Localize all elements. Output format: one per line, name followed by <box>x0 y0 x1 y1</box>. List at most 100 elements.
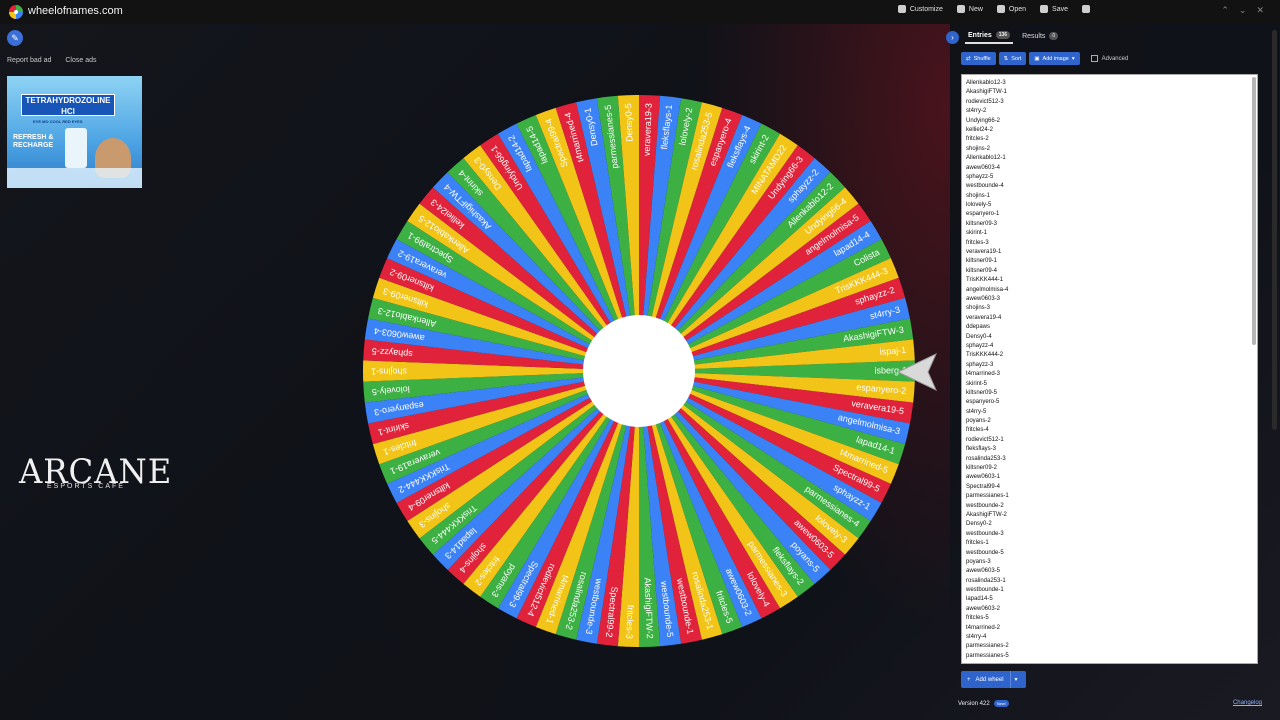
entry-line[interactable]: rosalinda253-3 <box>966 455 1257 464</box>
save-button[interactable]: Save <box>1040 5 1068 13</box>
entry-line[interactable]: lolovely-5 <box>966 201 1257 210</box>
entry-line[interactable]: westbounde-5 <box>966 549 1257 558</box>
entry-line[interactable]: awew0603-1 <box>966 473 1257 482</box>
entry-line[interactable]: parmessianes-2 <box>966 642 1257 651</box>
tab-results[interactable]: Results 0 <box>1019 31 1061 43</box>
add-image-button[interactable]: ▣ Add image ▾ <box>1029 52 1080 65</box>
entry-line[interactable]: TrisKKK444-1 <box>966 276 1257 285</box>
entry-line[interactable]: Allenkablo12-3 <box>966 79 1257 88</box>
entry-line[interactable]: awew0603-3 <box>966 295 1257 304</box>
entry-line[interactable]: lapad14-5 <box>966 595 1257 604</box>
new-button[interactable]: New <box>956 5 983 13</box>
entry-line[interactable]: fritcles-4 <box>966 426 1257 435</box>
changelog-link[interactable]: Changelog <box>1233 700 1262 706</box>
entry-line[interactable]: st4rry-2 <box>966 107 1257 116</box>
entry-line[interactable]: t4marrined-2 <box>966 624 1257 633</box>
chevron-right-icon: › <box>951 32 954 42</box>
ad-ice-graphic <box>7 168 142 188</box>
entry-line[interactable]: fritcles-2 <box>966 135 1257 144</box>
entry-line[interactable]: ddepaws <box>966 323 1257 332</box>
advertisement[interactable]: TETRAHYDROZOLINE HCl EYE MO COOL RED EYE… <box>7 76 142 188</box>
entry-line[interactable]: skirint-5 <box>966 380 1257 389</box>
entry-line[interactable]: espanyero-1 <box>966 210 1257 219</box>
entry-line[interactable]: angelmolmisa-4 <box>966 286 1257 295</box>
customize-button[interactable]: Customize <box>897 5 943 13</box>
entry-line[interactable]: fleksflays-3 <box>966 445 1257 454</box>
entry-line[interactable]: kiltsner09-1 <box>966 257 1257 266</box>
entry-line[interactable]: sphayzz-4 <box>966 342 1257 351</box>
entry-line[interactable]: parmessianes-1 <box>966 492 1257 501</box>
entry-line[interactable]: sphayzz-3 <box>966 361 1257 370</box>
entry-line[interactable]: Undying66-2 <box>966 117 1257 126</box>
entry-line[interactable]: westbounde-1 <box>966 586 1257 595</box>
entry-line[interactable]: Densy0-2 <box>966 520 1257 529</box>
site-title[interactable]: wheelofnames.com <box>28 5 123 17</box>
entry-line[interactable]: shojins-3 <box>966 304 1257 313</box>
entry-line[interactable]: shojins-1 <box>966 192 1257 201</box>
side-panel: › Entries 136 Results 0 ⇄ Shuffle ⇅ Sort ▣… <box>946 28 1268 714</box>
entry-line[interactable]: skirint-1 <box>966 229 1257 238</box>
entry-line[interactable]: shojins-2 <box>966 145 1257 154</box>
site-logo-icon[interactable] <box>8 4 24 20</box>
entry-line[interactable]: awew0603-2 <box>966 605 1257 614</box>
open-button[interactable]: Open <box>996 5 1026 13</box>
add-wheel-main[interactable]: + Add wheel <box>961 671 1011 688</box>
entry-line[interactable]: AkashigiFTW-1 <box>966 88 1257 97</box>
add-wheel-dropdown[interactable]: ▾ <box>1011 676 1022 683</box>
shuffle-button[interactable]: ⇄ Shuffle <box>961 52 996 65</box>
chevron-down-icon[interactable]: ⌄ <box>1239 5 1247 16</box>
entry-line[interactable]: kiltsner09-2 <box>966 464 1257 473</box>
entry-line[interactable]: fritcles-5 <box>966 614 1257 623</box>
entries-scrollbar[interactable] <box>1252 77 1256 345</box>
entry-line[interactable]: rodievict512-1 <box>966 436 1257 445</box>
wheel[interactable]: isberg-1 espanyero-2 veravera19-5 angelmolm… <box>359 91 919 651</box>
entry-line[interactable]: veravera19-4 <box>966 314 1257 323</box>
entry-line[interactable]: fritcles-1 <box>966 539 1257 548</box>
entry-line[interactable]: espanyero-5 <box>966 398 1257 407</box>
advanced-toggle[interactable]: Advanced <box>1090 55 1128 62</box>
arcane-subtitle: ESPORTS CAFE <box>47 483 125 490</box>
entry-line[interactable]: poyans-3 <box>966 558 1257 567</box>
sort-button[interactable]: ⇅ Sort <box>998 52 1027 65</box>
entries-list: Allenkablo12-3 AkashigiFTW-1 rodievict512-… <box>962 75 1257 661</box>
entry-line[interactable]: poyans-2 <box>966 417 1257 426</box>
report-ad-link[interactable]: Report bad ad <box>7 57 51 64</box>
entry-line[interactable]: TrisKKK444-2 <box>966 351 1257 360</box>
entry-line[interactable]: Allenkablo12-1 <box>966 154 1257 163</box>
add-wheel-button[interactable]: + Add wheel ▾ <box>961 671 1026 688</box>
advanced-checkbox[interactable] <box>1090 55 1098 62</box>
entry-line[interactable]: westbounde-2 <box>966 502 1257 511</box>
entry-line[interactable]: westbounde-4 <box>966 182 1257 191</box>
entry-line[interactable]: AkashigiFTW-2 <box>966 511 1257 520</box>
entry-line[interactable]: awew0603-5 <box>966 567 1257 576</box>
entry-line[interactable]: kiltsner09-4 <box>966 267 1257 276</box>
entry-line[interactable]: Spectral99-4 <box>966 483 1257 492</box>
entry-line[interactable]: rodievict512-3 <box>966 98 1257 107</box>
entry-line[interactable]: veravera19-1 <box>966 248 1257 257</box>
collapse-panel-button[interactable]: › <box>946 30 959 44</box>
entry-line[interactable]: parmessianes-5 <box>966 652 1257 661</box>
close-icon[interactable]: ✕ <box>1256 5 1264 16</box>
edit-button[interactable]: ✎ <box>7 30 23 46</box>
entries-textarea[interactable]: Allenkablo12-3 AkashigiFTW-1 rodievict512-… <box>961 74 1258 664</box>
entry-line[interactable]: kelliel24-2 <box>966 126 1257 135</box>
entry-line[interactable]: fritcles-3 <box>966 239 1257 248</box>
entry-line[interactable]: st4rry-4 <box>966 633 1257 642</box>
wheel-graphic[interactable]: isberg-1espanyero-2veravera19-5angelmolm… <box>359 91 919 651</box>
entry-line[interactable]: kiltsner09-5 <box>966 389 1257 398</box>
tab-entries[interactable]: Entries 136 <box>965 30 1014 44</box>
entry-line[interactable]: sphayzz-5 <box>966 173 1257 182</box>
chevron-up-icon[interactable]: ⌃ <box>1221 5 1229 16</box>
entry-line[interactable]: kiltsner09-3 <box>966 220 1257 229</box>
entry-line[interactable]: t4marrined-3 <box>966 370 1257 379</box>
entry-line[interactable]: awew0603-4 <box>966 164 1257 173</box>
image-icon: ▣ <box>1034 55 1040 62</box>
page-scrollbar[interactable] <box>1272 30 1277 430</box>
close-ads-link[interactable]: Close ads <box>65 57 96 64</box>
entry-line[interactable]: Densy0-4 <box>966 333 1257 342</box>
share-button[interactable] <box>1082 5 1090 13</box>
entry-line[interactable]: st4rry-5 <box>966 408 1257 417</box>
wheel-center[interactable] <box>583 315 695 427</box>
entry-line[interactable]: westbounde-3 <box>966 530 1257 539</box>
entry-line[interactable]: rosalinda253-1 <box>966 577 1257 586</box>
